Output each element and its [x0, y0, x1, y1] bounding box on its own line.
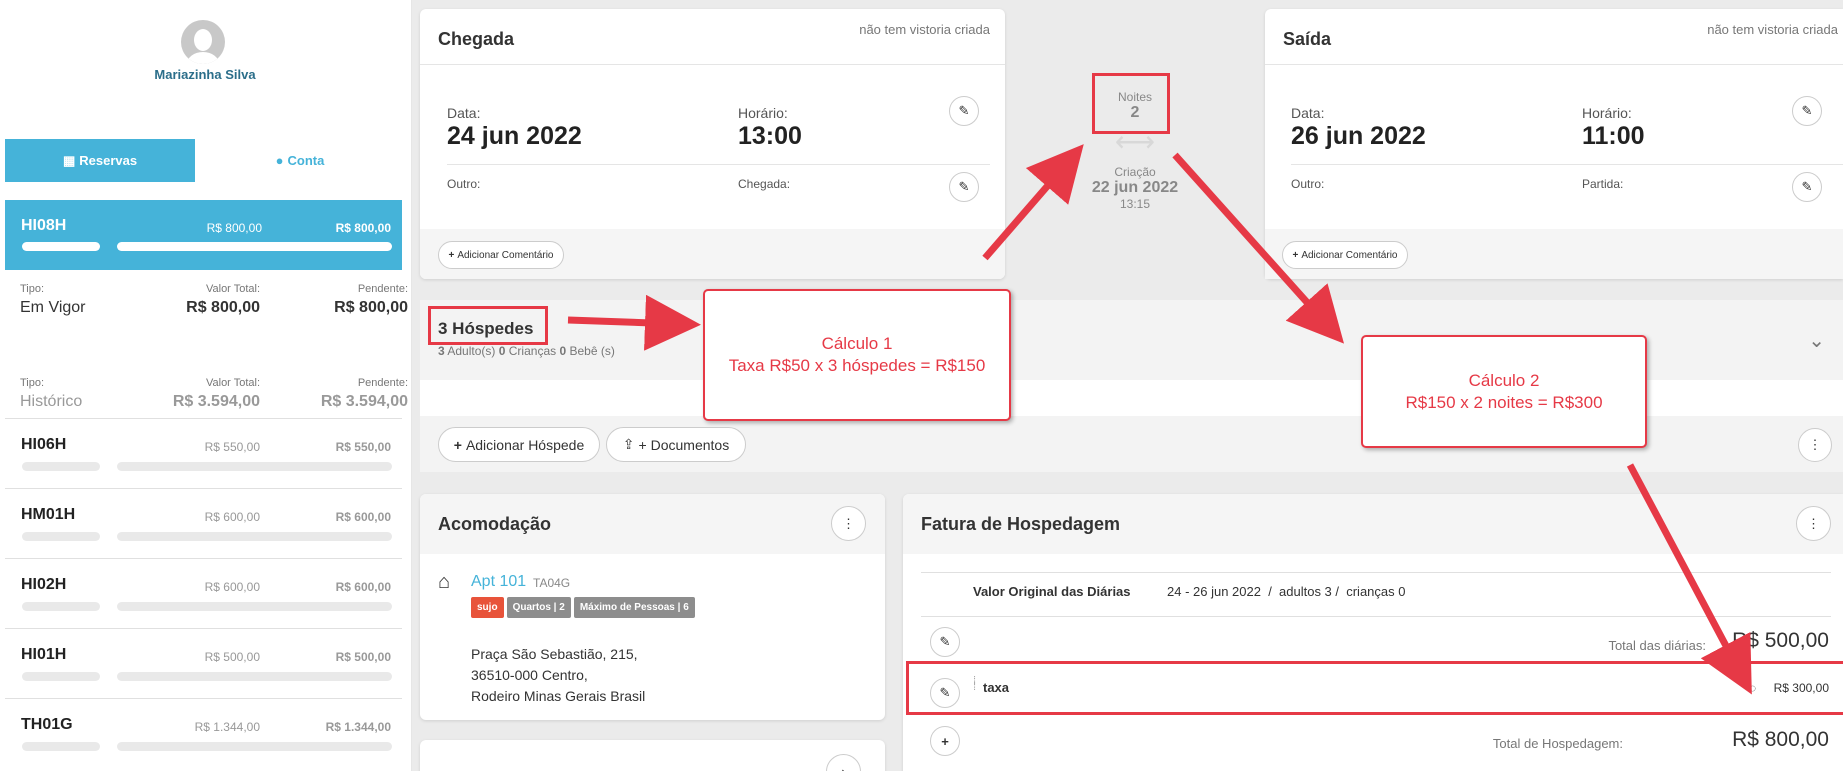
arrow-nights-to-calc2 [1172, 152, 1345, 344]
annotation-arrows [567, 144, 1752, 695]
arrow-guests-to-calc1 [567, 294, 701, 351]
arrow-calc2-to-fee [1626, 463, 1752, 695]
arrow-calc1-to-nights [982, 144, 1084, 261]
